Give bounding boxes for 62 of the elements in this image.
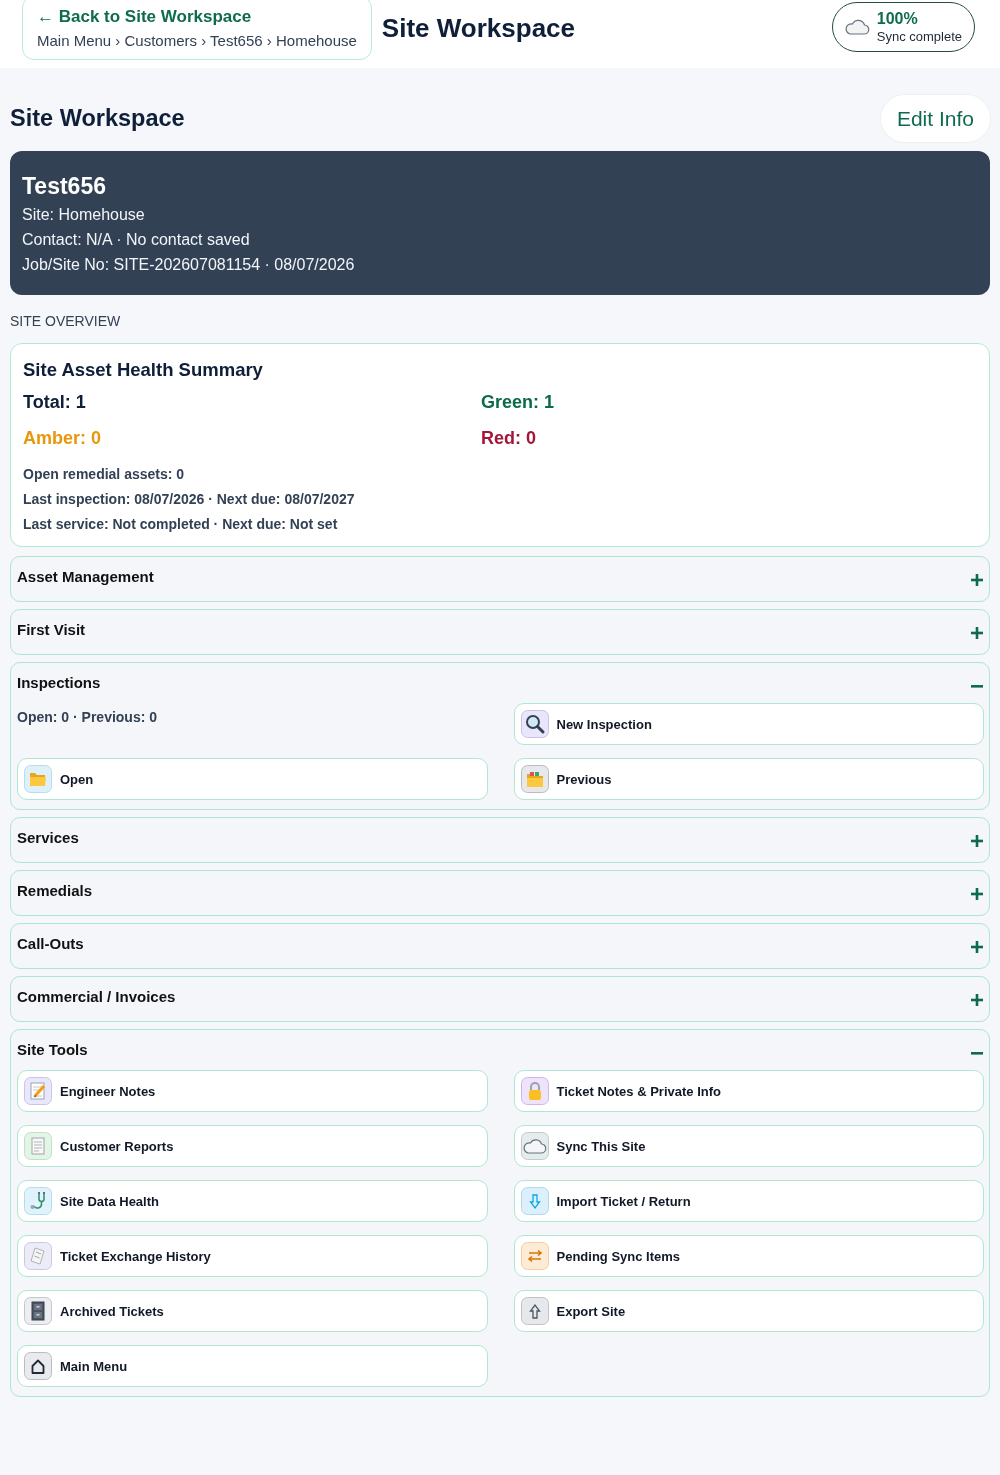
- action-button[interactable]: Ticket Exchange History: [17, 1235, 488, 1277]
- filing-cabinet-icon: [24, 1297, 52, 1325]
- action-button[interactable]: Import Ticket / Return: [513, 1180, 984, 1222]
- site-detail: Job/Site No: SITE-202607081154 · 08/07/2026: [22, 255, 356, 275]
- search-icon: [520, 710, 549, 738]
- site-detail: Site: Homehouse: [22, 205, 146, 225]
- padlock-icon: [520, 1077, 549, 1105]
- stethoscope-icon: [24, 1187, 52, 1215]
- action-button[interactable]: Open: [17, 758, 488, 800]
- folder-icon: [24, 765, 52, 793]
- section-title[interactable]: Inspections: [17, 673, 101, 693]
- plus-icon[interactable]: [971, 941, 983, 953]
- overview-label: SITE OVERVIEW: [10, 312, 122, 330]
- plus-icon[interactable]: [971, 888, 983, 900]
- section-title[interactable]: Services: [17, 828, 79, 848]
- stat-text: Green: 1: [481, 391, 556, 414]
- section-title[interactable]: Call-Outs: [17, 934, 84, 954]
- scroll-icon: [24, 1242, 52, 1270]
- section-title[interactable]: First Visit: [17, 620, 86, 640]
- sync-percent: 100%: [876, 9, 919, 28]
- notepad-pencil-icon: [24, 1077, 52, 1105]
- section-title[interactable]: Remedials: [17, 881, 93, 901]
- action-button[interactable]: Customer Reports: [17, 1125, 488, 1167]
- section-title[interactable]: Asset Management: [17, 567, 154, 587]
- swap-arrows-icon: [520, 1242, 549, 1270]
- page-title: Site Workspace: [381, 12, 576, 44]
- edit-info-button[interactable]: Edit Info: [880, 95, 990, 142]
- document-icon: [24, 1132, 52, 1160]
- plus-icon[interactable]: [971, 627, 983, 639]
- action-button[interactable]: Ticket Notes & Private Info: [513, 1070, 984, 1112]
- action-button[interactable]: Previous: [513, 758, 984, 800]
- section-title[interactable]: Site Tools: [17, 1040, 88, 1060]
- plus-icon[interactable]: [971, 994, 983, 1006]
- plus-icon[interactable]: [971, 574, 983, 586]
- action-button[interactable]: Engineer Notes: [17, 1070, 488, 1112]
- action-button[interactable]: Pending Sync Items: [513, 1235, 984, 1277]
- stat-text: Red: 0: [481, 427, 537, 450]
- counts-text: Open: 0 · Previous: 0: [17, 708, 159, 727]
- cloud-icon: [520, 1132, 549, 1160]
- action-button[interactable]: Export Site: [513, 1290, 984, 1332]
- section-heading: Site Workspace: [10, 105, 185, 132]
- section-title[interactable]: Commercial / Invoices: [17, 987, 176, 1007]
- detail-text: Open remedial assets: 0: [23, 465, 186, 484]
- back-link[interactable]: ← Back to Site Workspace: [37, 6, 357, 28]
- detail-text: Last service: Not completed · Next due: Not set: [23, 515, 339, 534]
- action-button[interactable]: Sync This Site: [513, 1125, 984, 1167]
- sync-status: Sync complete: [876, 27, 962, 45]
- summary-title: Site Asset Health Summary: [23, 358, 264, 382]
- action-button[interactable]: Site Data Health: [17, 1180, 488, 1222]
- site-detail: Contact: N/A · No contact saved: [22, 230, 251, 250]
- action-button[interactable]: Main Menu: [17, 1345, 488, 1387]
- action-button[interactable]: Archived Tickets: [17, 1290, 488, 1332]
- stat-text: Total: 1: [23, 391, 87, 414]
- home-icon: [24, 1352, 52, 1380]
- plus-icon[interactable]: [971, 835, 983, 847]
- breadcrumb-text: Main Menu › Customers › Test656 › Homehouse: [37, 31, 357, 51]
- stat-text: Amber: 0: [23, 427, 103, 450]
- action-button[interactable]: New Inspection: [513, 703, 984, 745]
- detail-text: Last inspection: 08/07/2026 · Next due: 08/07/2027: [23, 490, 356, 509]
- folder-icon: [520, 765, 549, 793]
- cloud-icon: [843, 19, 870, 35]
- site-name: Test656: [22, 172, 107, 201]
